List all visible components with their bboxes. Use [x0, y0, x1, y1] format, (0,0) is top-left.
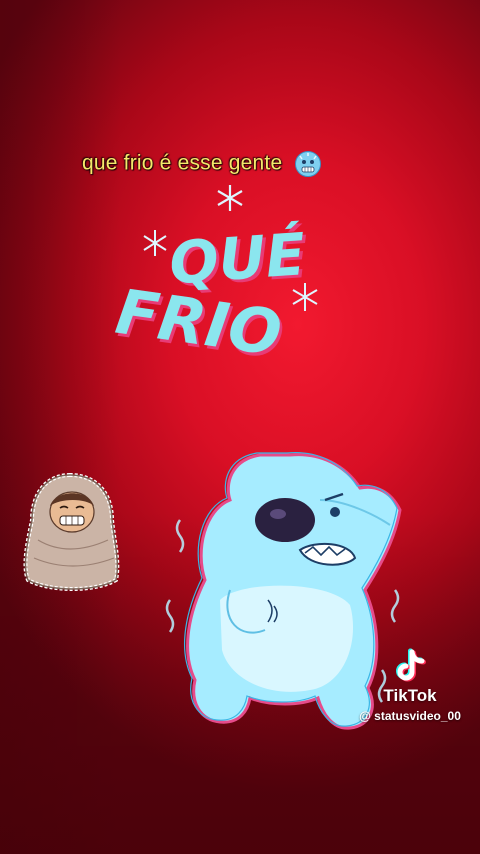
tiktok-watermark: TikTok @ statusvideo_00 — [350, 648, 470, 723]
snowflake-icon — [217, 185, 243, 211]
caption-text: que frio é esse gente — [82, 150, 322, 178]
caption-label: que frio é esse gente — [82, 151, 283, 175]
video-frame: que frio é esse gente QUÉ QUÉ FRIO FRIO — [0, 0, 480, 854]
que-frio-sticker: QUÉ QUÉ FRIO FRIO — [112, 185, 318, 374]
cold-face-emoji-icon — [295, 151, 322, 177]
bundled-person-sticker — [23, 472, 120, 591]
tiktok-brand-label: TikTok — [383, 686, 437, 705]
creator-handle: @ statusvideo_00 — [359, 709, 461, 723]
tiktok-note-icon — [396, 648, 426, 682]
snowflake-icon-left — [143, 230, 167, 256]
